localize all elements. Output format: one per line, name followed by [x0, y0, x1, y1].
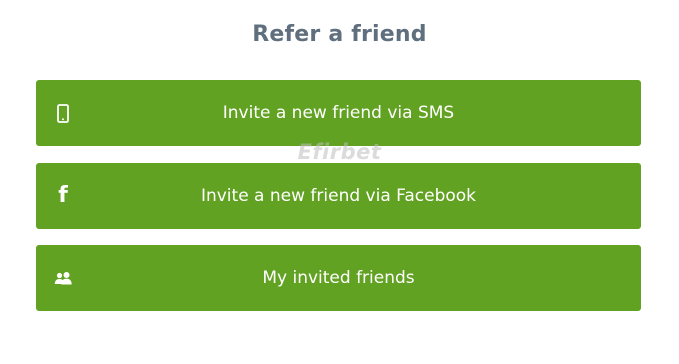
- page-title: Refer a friend: [252, 22, 427, 47]
- invite-facebook-label: Invite a new friend via Facebook: [200, 186, 477, 206]
- invite-sms-button[interactable]: Invite a new friend via SMS: [36, 80, 641, 146]
- invite-sms-label: Invite a new friend via SMS: [222, 103, 455, 123]
- invite-facebook-button[interactable]: f Invite a new friend via Facebook: [36, 163, 641, 229]
- my-invited-friends-label: My invited friends: [262, 268, 415, 288]
- my-invited-friends-button[interactable]: My invited friends: [36, 245, 641, 311]
